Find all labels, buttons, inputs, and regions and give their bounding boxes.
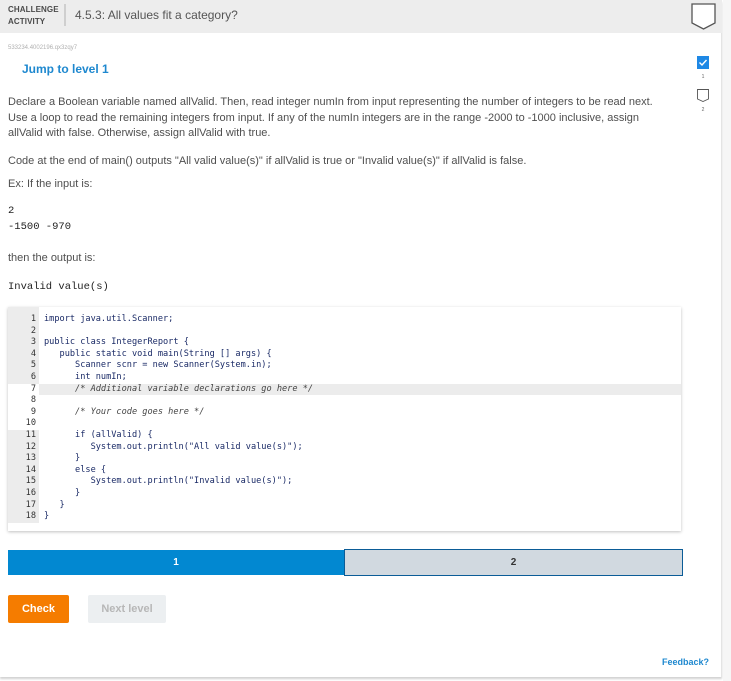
jump-to-level-link[interactable]: Jump to level 1 xyxy=(22,62,109,76)
code-line[interactable]: 12 System.out.println("All valid value(s… xyxy=(8,441,681,454)
line-number: 6 xyxy=(8,371,39,384)
code-text[interactable]: import java.util.Scanner; xyxy=(44,314,173,326)
code-text[interactable]: /* Your code goes here */ xyxy=(44,407,204,419)
line-number: 5 xyxy=(8,360,39,372)
line-number: 9 xyxy=(30,406,36,417)
completion-chevron-badge-icon xyxy=(691,3,716,30)
gutter-top xyxy=(8,307,39,314)
header-divider xyxy=(64,4,66,26)
code-line[interactable]: 1 import java.util.Scanner; xyxy=(8,314,681,326)
code-line[interactable]: 15 System.out.println("Invalid value(s)"… xyxy=(8,476,681,488)
line-number: 7 xyxy=(8,383,39,396)
code-line[interactable]: 8 xyxy=(8,395,681,407)
code-text[interactable]: System.out.println("Invalid value(s)"); xyxy=(44,476,293,488)
code-line[interactable]: 3 public class IntegerReport { xyxy=(8,337,681,349)
example-input-line: 2 xyxy=(8,205,15,217)
code-line[interactable]: 4 public static void main(String [] args… xyxy=(8,348,681,361)
code-text[interactable]: System.out.println("All valid value(s)")… xyxy=(44,442,303,454)
activity-type-line2: ACTIVITY xyxy=(8,17,46,26)
activity-title: 4.5.3: All values fit a category? xyxy=(75,8,238,22)
activity-type-line1: CHALLENGE xyxy=(8,5,59,14)
prompt-paragraph-1: Declare a Boolean variable named allVali… xyxy=(8,96,653,139)
next-level-button[interactable]: Next level xyxy=(88,595,166,623)
code-text[interactable]: } xyxy=(44,511,49,523)
code-text[interactable]: else { xyxy=(44,465,106,477)
level-progress-bar: 1 2 xyxy=(8,549,683,576)
activity-type-label: CHALLENGE ACTIVITY xyxy=(8,4,59,28)
level-number: 1 xyxy=(701,74,705,80)
code-line[interactable]: 2 xyxy=(8,325,681,338)
code-line[interactable]: 18} xyxy=(8,511,681,523)
code-text[interactable]: if (allValid) { xyxy=(44,430,153,442)
code-lines[interactable]: 1 import java.util.Scanner; 2 3 public class… xyxy=(8,314,681,523)
code-line[interactable]: 10 xyxy=(8,418,681,430)
code-text[interactable]: Scanner scnr = new Scanner(System.in); xyxy=(44,360,272,372)
code-line[interactable]: 17 } xyxy=(8,499,681,512)
progress-segment-1[interactable]: 1 xyxy=(8,550,344,575)
line-number: 18 xyxy=(8,511,39,523)
line-number: 1 xyxy=(8,314,39,326)
line-number: 10 xyxy=(25,418,36,429)
example-intro: Ex: If the input is: xyxy=(8,178,93,190)
line-number: 3 xyxy=(8,337,39,349)
line-number: 2 xyxy=(8,325,39,338)
code-editor[interactable]: 1 import java.util.Scanner; 2 3 public class… xyxy=(8,307,681,531)
check-button[interactable]: Check xyxy=(8,595,69,623)
code-line[interactable]: 5 Scanner scnr = new Scanner(System.in); xyxy=(8,360,681,372)
code-text[interactable]: } xyxy=(44,500,65,512)
level-indicator-2[interactable]: 2 xyxy=(697,89,709,114)
example-output-line: Invalid value(s) xyxy=(8,281,109,293)
line-number: 15 xyxy=(8,476,39,488)
challenge-id: 533234.4002196.qx3zqy7 xyxy=(8,45,78,51)
code-text[interactable]: } xyxy=(44,488,80,500)
challenge-activity-card: CHALLENGE ACTIVITY 4.5.3: All values fit… xyxy=(0,0,722,677)
output-intro: then the output is: xyxy=(8,252,96,264)
line-number: 4 xyxy=(8,348,39,361)
example-input-line: -1500 -970 xyxy=(8,221,72,233)
level-indicator-1[interactable]: 1 xyxy=(697,56,709,81)
code-text[interactable]: public static void main(String [] args) … xyxy=(44,349,272,361)
line-number: 16 xyxy=(8,487,39,500)
feedback-link[interactable]: Feedback? xyxy=(662,657,709,667)
code-text[interactable]: public class IntegerReport { xyxy=(44,337,189,349)
code-line[interactable]: 13 } xyxy=(8,453,681,465)
code-line[interactable]: 11 if (allValid) { xyxy=(8,429,681,442)
code-text[interactable]: /* Additional variable declarations go h… xyxy=(44,384,313,396)
level-number: 2 xyxy=(701,107,705,113)
line-number: 17 xyxy=(8,499,39,512)
line-number: 8 xyxy=(30,395,36,406)
code-line[interactable]: 16 } xyxy=(8,487,681,500)
progress-segment-2[interactable]: 2 xyxy=(344,549,683,576)
activity-header: CHALLENGE ACTIVITY 4.5.3: All values fit… xyxy=(0,0,722,33)
line-number: 12 xyxy=(8,441,39,454)
line-number: 11 xyxy=(8,429,39,442)
code-line[interactable]: 7 /* Additional variable declarations go… xyxy=(8,383,681,396)
code-line[interactable]: 9 /* Your code goes here */ xyxy=(8,407,681,419)
code-text[interactable]: } xyxy=(44,453,80,465)
code-line[interactable]: 6 int numIn; xyxy=(8,371,681,384)
check-badge-icon xyxy=(697,56,709,69)
line-number: 14 xyxy=(8,464,39,477)
line-number: 13 xyxy=(8,453,39,465)
page-scroll-edge xyxy=(723,0,731,681)
code-text[interactable]: int numIn; xyxy=(44,372,127,384)
chevron-badge-outline-icon xyxy=(697,89,709,102)
prompt-paragraph-2: Code at the end of main() outputs "All v… xyxy=(8,155,527,167)
code-line[interactable]: 14 else { xyxy=(8,464,681,477)
